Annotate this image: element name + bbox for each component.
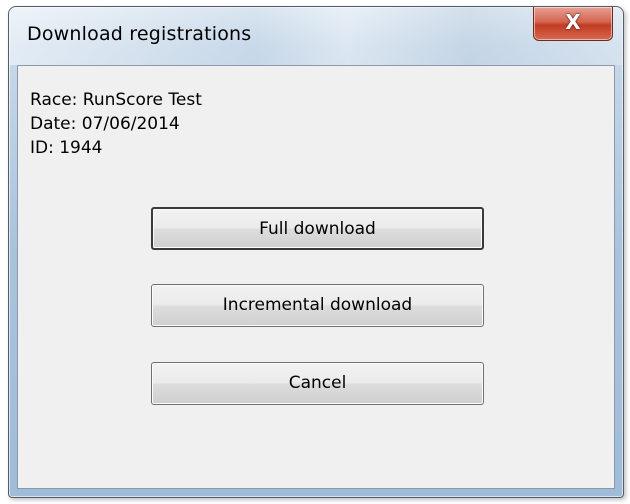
race-label: Race: RunScore Test	[30, 90, 202, 110]
full-download-button[interactable]: Full download	[151, 207, 484, 250]
close-icon: X	[565, 10, 581, 34]
id-label: ID: 1944	[30, 138, 103, 158]
window-title: Download registrations	[27, 23, 252, 45]
cancel-button[interactable]: Cancel	[151, 362, 484, 405]
incremental-download-button[interactable]: Incremental download	[151, 284, 484, 327]
download-registrations-dialog: Download registrations X Race: RunScore …	[8, 6, 624, 498]
title-bar[interactable]: Download registrations X	[9, 7, 623, 65]
dialog-body: Race: RunScore Test Date: 07/06/2014 ID:…	[17, 65, 615, 489]
close-button[interactable]: X	[533, 7, 613, 41]
date-label: Date: 07/06/2014	[30, 114, 180, 134]
